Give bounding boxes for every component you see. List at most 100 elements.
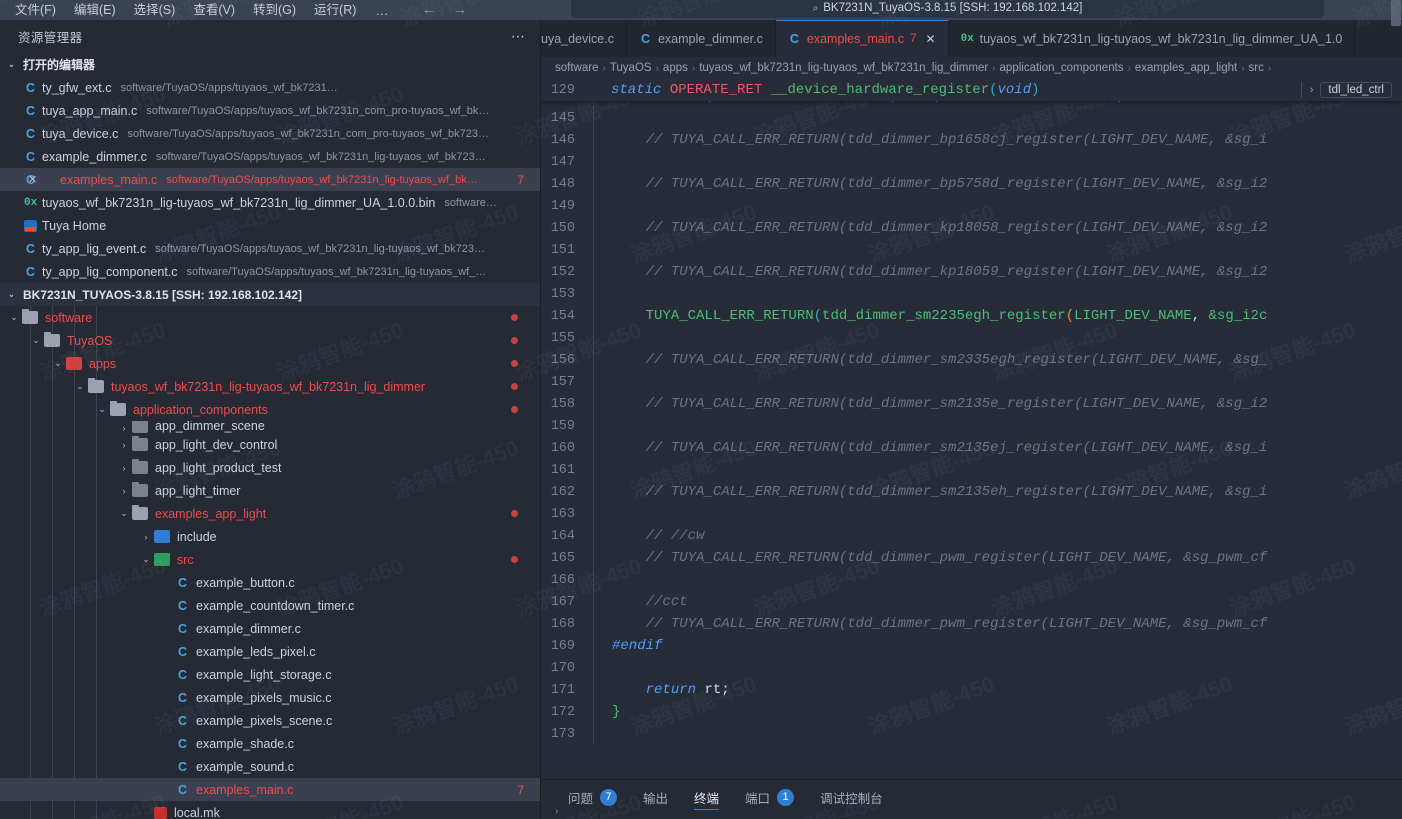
breadcrumb-item[interactable]: application_components (1000, 62, 1124, 74)
code-line[interactable]: 160 // TUYA_CALL_ERR_RETURN(tdd_dimmer_s… (541, 437, 1402, 459)
tree-item[interactable]: ⌄ TuyaOS (0, 329, 540, 352)
tree-item[interactable]: ⌄ software (0, 306, 540, 329)
code-line[interactable]: 152 // TUYA_CALL_ERR_RETURN(tdd_dimmer_k… (541, 261, 1402, 283)
code-line[interactable]: 153 (541, 283, 1402, 305)
window-scrollbar[interactable] (1390, 0, 1402, 819)
code-line[interactable]: 170 (541, 657, 1402, 679)
tree-item[interactable]: Cexample_sound.c (0, 755, 540, 778)
sticky-scroll-widget[interactable]: › tdl_led_ctrl (1300, 82, 1392, 98)
code-line[interactable]: 146 // TUYA_CALL_ERR_RETURN(tdd_dimmer_b… (541, 129, 1402, 151)
chevron-right-icon[interactable]: › (116, 463, 132, 473)
breadcrumb-item[interactable]: src (1249, 62, 1264, 74)
project-section-header[interactable]: ⌄ BK7231N_TUYAOS-3.8.15 [SSH: 192.168.10… (0, 283, 540, 306)
tree-item[interactable]: › app_light_timer (0, 479, 540, 502)
open-editor-item[interactable]: Cexample_dimmer.c software/TuyaOS/apps/tu… (0, 145, 540, 168)
open-editor-item[interactable]: 0x tuyaos_wf_bk7231n_lig-tuyaos_wf_bk7231… (0, 191, 540, 214)
tree-item[interactable]: ⌄ examples_app_light (0, 502, 540, 525)
code-line[interactable]: 155 (541, 327, 1402, 349)
tree-item[interactable]: Cexample_pixels_music.c (0, 686, 540, 709)
tree-item[interactable]: › include (0, 525, 540, 548)
code-line[interactable]: 165 // TUYA_CALL_ERR_RETURN(tdd_dimmer_p… (541, 547, 1402, 569)
code-line[interactable]: 161 (541, 459, 1402, 481)
panel-tab[interactable]: 输出 (630, 780, 681, 814)
code-line[interactable]: 150 // TUYA_CALL_ERR_RETURN(tdd_dimmer_k… (541, 217, 1402, 239)
breadcrumb-item[interactable]: software (555, 62, 598, 74)
code-line[interactable]: 151 (541, 239, 1402, 261)
chevron-down-icon[interactable]: ⌄ (72, 381, 88, 392)
tree-item[interactable]: Cexamples_main.c 7 (0, 778, 540, 801)
close-icon[interactable]: ✕ (926, 32, 936, 46)
open-editor-item[interactable]: Cty_app_lig_component.c software/TuyaOS/a… (0, 260, 540, 283)
code-line[interactable]: 173 (541, 723, 1402, 745)
open-editor-item[interactable]: Ctuya_app_main.c software/TuyaOS/apps/tuy… (0, 99, 540, 122)
editor-tab[interactable]: Cexamples_main.c 7 ✕ (775, 20, 949, 57)
tree-item[interactable]: Cexample_pixels_scene.c (0, 709, 540, 732)
panel-tab[interactable]: 端口 1 (732, 780, 807, 814)
editor-tab[interactable]: 0x tuyaos_wf_bk7231n_lig-tuyaos_wf_bk7231… (948, 20, 1356, 57)
open-editor-item[interactable]: Tuya Home (0, 214, 540, 237)
breadcrumb[interactable]: software › TuyaOS › apps › tuyaos_wf_bk7231n_l… (541, 57, 1402, 79)
panel-tab[interactable]: 终端 (681, 780, 732, 814)
code-line[interactable]: 172} (541, 701, 1402, 723)
code-line[interactable]: 147 (541, 151, 1402, 173)
breadcrumb-item[interactable]: examples_app_light (1135, 62, 1237, 74)
open-editor-item[interactable]: Cty_app_lig_event.c software/TuyaOS/apps/… (0, 237, 540, 260)
code-line[interactable]: 148 // TUYA_CALL_ERR_RETURN(tdd_dimmer_b… (541, 173, 1402, 195)
code-line[interactable]: 167 //cct (541, 591, 1402, 613)
tree-item[interactable]: ⌄ tuyaos_wf_bk7231n_lig-tuyaos_wf_bk7231n… (0, 375, 540, 398)
command-center[interactable]: ⌕ BK7231N_TuyaOS-3.8.15 [SSH: 192.168.10… (570, 0, 1325, 19)
open-editor-item[interactable]: Ctuya_device.c software/TuyaOS/apps/tuyao… (0, 122, 540, 145)
tree-item[interactable]: Cexample_button.c (0, 571, 540, 594)
code-line[interactable]: 166 (541, 569, 1402, 591)
open-editors-section-header[interactable]: ⌄ 打开的编辑器 (0, 53, 540, 76)
explorer-more-icon[interactable]: ⋯ (511, 28, 526, 45)
chevron-down-icon[interactable]: ⌄ (50, 358, 66, 369)
menu-item-4[interactable]: 转到(G) (244, 0, 305, 20)
chevron-right-icon[interactable]: › (116, 440, 132, 450)
menu-item-1[interactable]: 编辑(E) (65, 0, 125, 20)
chevron-right-icon[interactable]: › (138, 532, 154, 542)
code-line[interactable]: 157 (541, 371, 1402, 393)
code-line[interactable]: 168 // TUYA_CALL_ERR_RETURN(tdd_dimmer_p… (541, 613, 1402, 635)
tree-item[interactable]: Cexample_countdown_timer.c (0, 594, 540, 617)
navigation-arrows[interactable]: ← → (421, 0, 467, 20)
menu-item-5[interactable]: 运行(R) (305, 0, 365, 20)
tree-item[interactable]: ⌄ apps (0, 352, 540, 375)
menu-item-2[interactable]: 选择(S) (125, 0, 185, 20)
open-editor-item[interactable]: Cty_gfw_ext.c software/TuyaOS/apps/tuyaos… (0, 76, 540, 99)
code-line[interactable]: 171 return rt; (541, 679, 1402, 701)
menu-item-3[interactable]: 查看(V) (184, 0, 244, 20)
chevron-right-icon[interactable]: › (116, 486, 132, 496)
code-line[interactable]: 149 (541, 195, 1402, 217)
editor-tab[interactable]: Cexample_dimmer.c (626, 20, 776, 57)
close-icon[interactable]: ✕ (28, 173, 37, 186)
forward-arrow-icon[interactable]: → (452, 0, 467, 20)
code-line[interactable]: 163 (541, 503, 1402, 525)
tree-item[interactable]: › app_light_product_test (0, 456, 540, 479)
tree-item[interactable]: ⌄ src (0, 548, 540, 571)
menu-item-0[interactable]: 文件(F) (6, 0, 65, 20)
code-line[interactable]: 158 // TUYA_CALL_ERR_RETURN(tdd_dimmer_s… (541, 393, 1402, 415)
code-line[interactable]: 154 TUYA_CALL_ERR_RETURN(tdd_dimmer_sm22… (541, 305, 1402, 327)
chevron-down-icon[interactable]: ⌄ (138, 554, 154, 565)
code-line[interactable]: 169 #endif (541, 635, 1402, 657)
breadcrumb-item[interactable]: apps (663, 62, 688, 74)
code-line[interactable]: 162 // TUYA_CALL_ERR_RETURN(tdd_dimmer_s… (541, 481, 1402, 503)
tree-item[interactable]: Cexample_light_storage.c (0, 663, 540, 686)
tree-item[interactable]: local.mk (0, 801, 540, 819)
tree-item[interactable]: Cexample_shade.c (0, 732, 540, 755)
chevron-down-icon[interactable]: ⌄ (94, 404, 110, 415)
editor-tab[interactable]: uya_device.c (541, 20, 627, 57)
breadcrumb-item[interactable]: TuyaOS (610, 62, 652, 74)
breadcrumb-item[interactable]: tuyaos_wf_bk7231n_lig-tuyaos_wf_bk7231n_… (699, 62, 988, 74)
sticky-scroll-line[interactable]: 129 static OPERATE_RET __device_hardware… (541, 79, 1402, 101)
panel-tab[interactable]: 问题 7 (555, 780, 630, 814)
code-line[interactable]: 159 (541, 415, 1402, 437)
code-line[interactable]: 156 // TUYA_CALL_ERR_RETURN(tdd_dimmer_s… (541, 349, 1402, 371)
chevron-down-icon[interactable]: ⌄ (28, 335, 44, 346)
chevron-down-icon[interactable]: ⌄ (116, 508, 132, 519)
tree-item[interactable]: ⌄ application_components (0, 398, 540, 421)
menu-more-icon[interactable]: … (365, 3, 399, 18)
menu-bar[interactable]: 文件(F) 编辑(E) 选择(S) 查看(V) 转到(G) 运行(R)… (0, 0, 399, 20)
open-editor-item[interactable]: ✕ Cexamples_main.c software/TuyaOS/apps/tu… (0, 168, 540, 191)
